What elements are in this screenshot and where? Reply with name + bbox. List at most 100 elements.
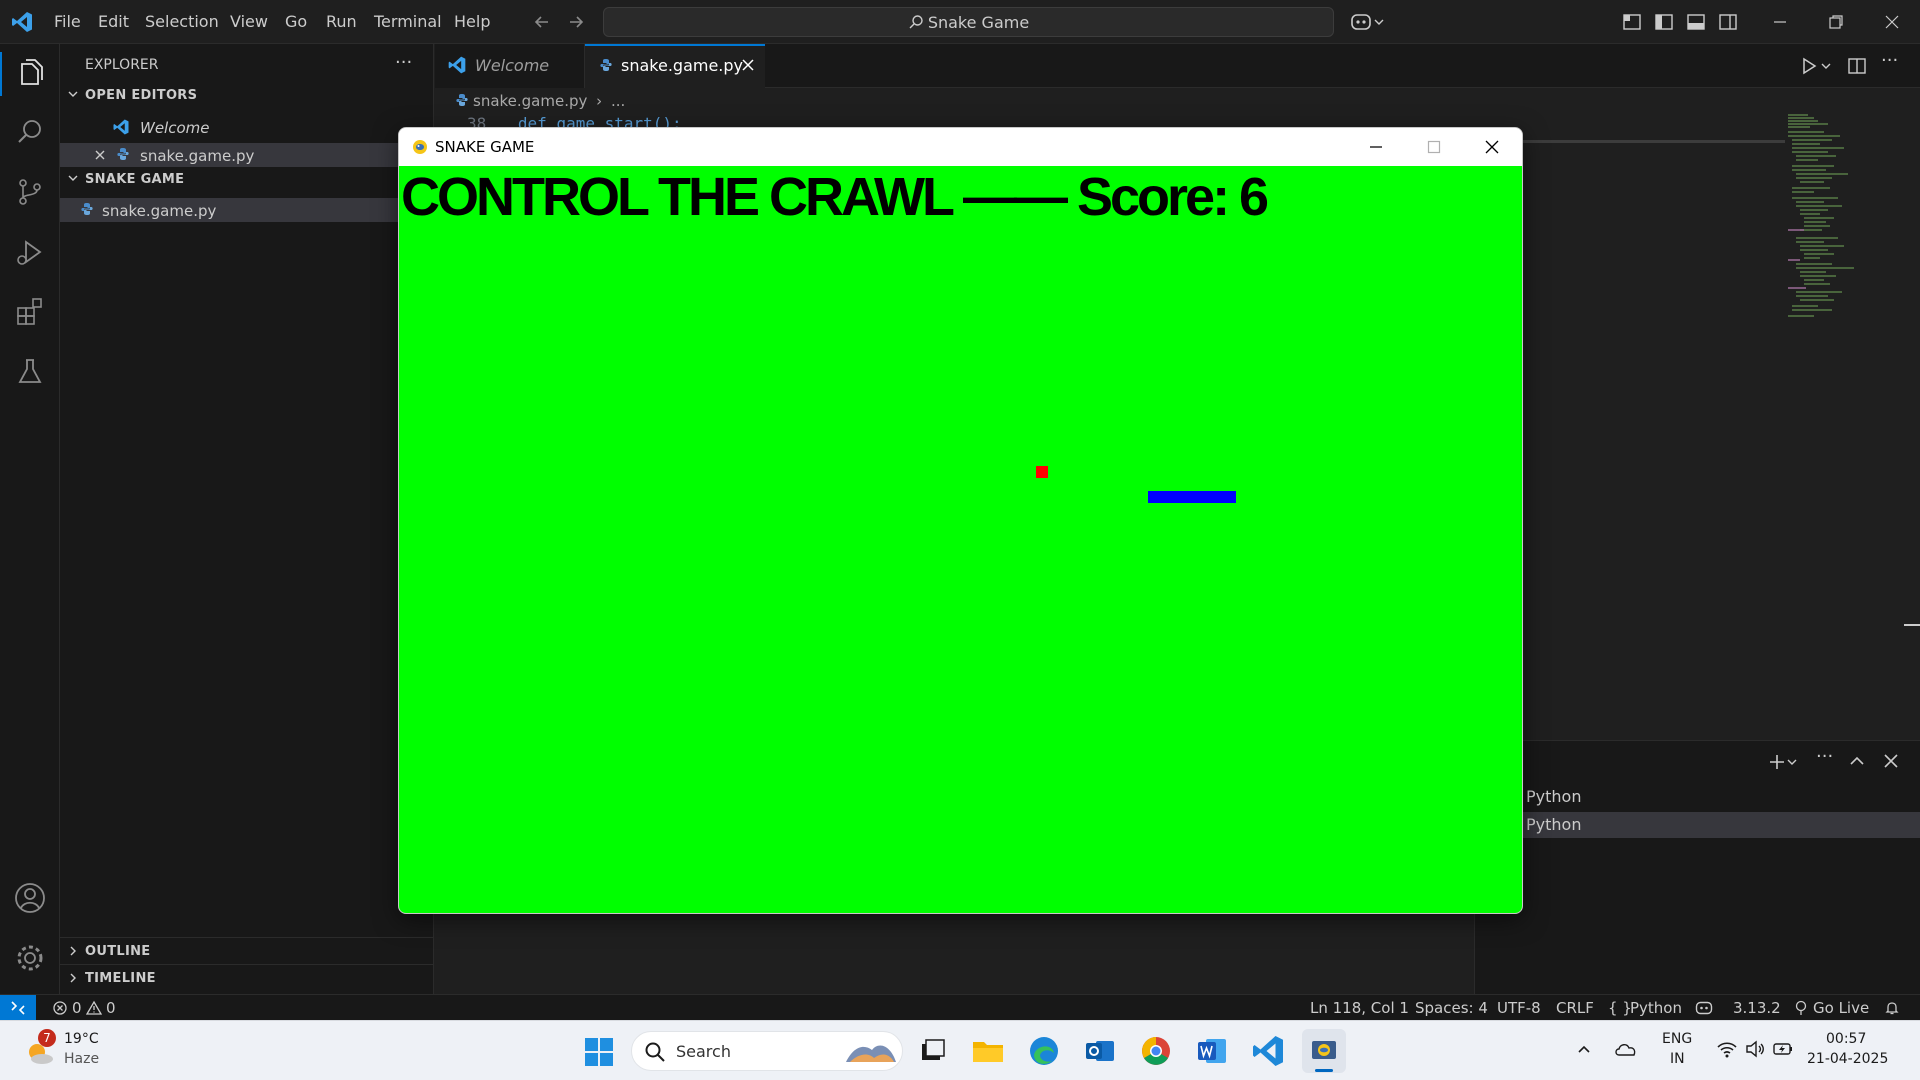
forward-arrow-icon[interactable] (566, 12, 586, 32)
explorer-icon[interactable] (12, 56, 48, 92)
game-maximize-icon[interactable] (1425, 138, 1443, 156)
remote-indicator[interactable] (0, 995, 36, 1021)
chrome-browser-icon[interactable] (1138, 1033, 1174, 1069)
menu-view[interactable]: View (230, 12, 268, 31)
split-editor-icon[interactable] (1847, 56, 1867, 76)
outlook-icon[interactable] (1082, 1033, 1118, 1069)
breadcrumb-more[interactable]: ... (611, 92, 625, 110)
error-icon[interactable] (52, 1000, 68, 1016)
onedrive-cloud-icon[interactable] (1614, 1039, 1638, 1059)
menu-file[interactable]: File (54, 12, 81, 31)
copilot-icon[interactable] (1350, 10, 1386, 34)
minimap[interactable] (1784, 110, 1884, 350)
game-canvas[interactable]: CONTROL THE CRAWL —— Score: 6 (399, 166, 1522, 913)
close-window-icon[interactable] (1882, 12, 1902, 32)
testing-flask-icon[interactable] (12, 354, 48, 390)
cursor-position[interactable]: Ln 118, Col 1 (1310, 999, 1409, 1017)
go-live[interactable]: Go Live (1813, 999, 1869, 1017)
notifications-bell-icon[interactable] (1884, 1000, 1900, 1016)
tab-welcome[interactable]: Welcome (435, 44, 585, 88)
game-title-bar[interactable]: SNAKE GAME (399, 128, 1522, 166)
menu-go[interactable]: Go (285, 12, 307, 31)
python-app-taskbar-icon[interactable] (1302, 1029, 1346, 1073)
editor-tabs: Welcome snake.game.py ··· (435, 44, 1920, 88)
panel-more-icon[interactable]: ··· (1816, 746, 1833, 767)
explorer-more-icon[interactable]: ··· (395, 52, 412, 73)
battery-charging-icon[interactable] (1772, 1039, 1794, 1059)
folder-header[interactable]: SNAKE GAME (85, 172, 184, 187)
language-indicator-top[interactable]: ENG (1662, 1031, 1692, 1047)
edge-browser-icon[interactable] (1026, 1033, 1062, 1069)
close-tab-icon[interactable] (741, 58, 755, 72)
toggle-secondary-sidebar-icon[interactable] (1718, 12, 1738, 32)
maximize-panel-icon[interactable] (1848, 752, 1866, 770)
terminal-entry-selected[interactable]: Python (1476, 812, 1920, 838)
error-count[interactable]: 0 (72, 999, 82, 1017)
menu-selection[interactable]: Selection (145, 12, 219, 31)
menu-terminal[interactable]: Terminal (374, 12, 442, 31)
accounts-icon[interactable] (12, 880, 48, 916)
encoding[interactable]: UTF-8 (1497, 999, 1541, 1017)
close-panel-icon[interactable] (1882, 752, 1900, 770)
search-view-icon[interactable] (12, 114, 48, 150)
python-version[interactable]: 3.13.2 (1733, 999, 1781, 1017)
warning-count[interactable]: 0 (106, 999, 116, 1017)
menu-help[interactable]: Help (454, 12, 490, 31)
warning-icon[interactable] (86, 1000, 102, 1016)
windows-start-icon[interactable] (584, 1037, 614, 1067)
terminal-entry-label: Python (1526, 787, 1582, 806)
breadcrumb-file[interactable]: snake.game.py (473, 92, 587, 110)
folder-file-snake[interactable]: snake.game.py (102, 202, 216, 220)
end-of-line[interactable]: CRLF (1556, 999, 1594, 1017)
open-editors-header[interactable]: OPEN EDITORS (85, 88, 197, 103)
manage-gear-icon[interactable] (12, 940, 48, 976)
restore-window-icon[interactable] (1826, 12, 1846, 32)
extensions-icon[interactable] (12, 294, 48, 330)
activity-bar (0, 44, 60, 994)
task-view-icon[interactable] (914, 1033, 950, 1069)
game-close-icon[interactable] (1483, 138, 1501, 156)
chevron-right-icon (66, 971, 80, 985)
game-window[interactable]: SNAKE GAME CONTROL THE CRAWL —— Score: 6 (398, 127, 1523, 914)
vscode-taskbar-icon[interactable] (1250, 1033, 1286, 1069)
open-editor-snake[interactable]: snake.game.py (140, 147, 254, 165)
weather-condition[interactable]: Haze (64, 1051, 99, 1067)
terminal-entry[interactable]: Python (1476, 784, 1920, 810)
back-arrow-icon[interactable] (532, 12, 552, 32)
game-minimize-icon[interactable] (1367, 138, 1385, 156)
editor-scroll-shadow (1515, 140, 1785, 143)
volume-icon[interactable] (1744, 1039, 1766, 1059)
menu-run[interactable]: Run (326, 12, 357, 31)
scrollbar-indicator[interactable] (1904, 624, 1920, 626)
title-bar: File Edit Selection View Go Run Terminal… (0, 0, 1920, 44)
language-mode[interactable]: Python (1630, 999, 1682, 1017)
menu-edit[interactable]: Edit (98, 12, 129, 31)
wifi-icon[interactable] (1716, 1039, 1738, 1059)
customize-layout-icon[interactable] (1622, 12, 1642, 32)
tab-snake-game[interactable]: snake.game.py (585, 44, 765, 88)
toggle-primary-sidebar-icon[interactable] (1654, 12, 1674, 32)
outline-header[interactable]: OUTLINE (85, 944, 150, 959)
clock-time[interactable]: 00:57 (1826, 1031, 1866, 1047)
clock-date[interactable]: 21-04-2025 (1807, 1051, 1888, 1067)
toggle-panel-icon[interactable] (1686, 12, 1706, 32)
copilot-status-icon[interactable] (1695, 999, 1713, 1017)
run-debug-icon[interactable] (12, 234, 48, 270)
open-editor-welcome[interactable]: Welcome (140, 119, 210, 137)
timeline-header[interactable]: TIMELINE (85, 971, 156, 986)
taskbar-search-box[interactable]: Search (631, 1031, 903, 1071)
new-terminal-icon[interactable] (1768, 752, 1800, 772)
file-explorer-icon[interactable] (970, 1033, 1006, 1069)
run-python-file-icon[interactable] (1800, 56, 1834, 76)
word-icon[interactable] (1194, 1033, 1230, 1069)
show-hidden-icons-chevron-icon[interactable] (1576, 1041, 1592, 1057)
language-indicator-bottom[interactable]: IN (1670, 1051, 1685, 1067)
weather-temperature[interactable]: 19°C (64, 1031, 99, 1047)
indentation[interactable]: Spaces: 4 (1415, 999, 1488, 1017)
editor-more-icon[interactable]: ··· (1881, 50, 1898, 71)
command-center[interactable]: Snake Game (603, 7, 1334, 37)
source-control-icon[interactable] (12, 174, 48, 210)
minimize-window-icon[interactable] (1770, 12, 1790, 32)
close-editor-icon[interactable] (93, 148, 107, 162)
breadcrumb-chevron-icon: › (596, 92, 603, 110)
